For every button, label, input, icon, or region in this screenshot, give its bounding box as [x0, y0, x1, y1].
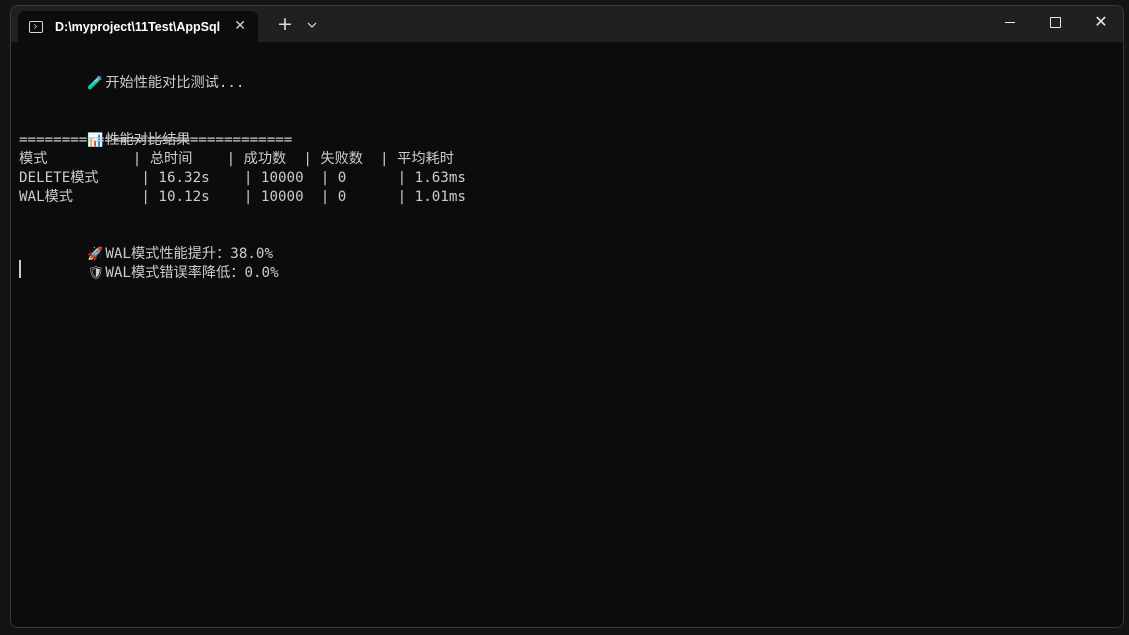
maximize-icon: [1049, 16, 1061, 28]
start-line: 🧪 开始性能对比测试...: [19, 55, 244, 112]
desktop-background: D:\myproject\11Test\AppSqlite ✕ + ✕ 🧪 开始性…: [0, 0, 1129, 635]
maximize-button[interactable]: [1032, 6, 1078, 38]
error-text: WAL模式错误率降低：0.0%: [105, 265, 279, 281]
minimize-icon: [1005, 21, 1015, 23]
tab-dropdown-button[interactable]: [303, 17, 321, 33]
shield-icon: 🛡: [87, 266, 104, 281]
close-icon: ✕: [1094, 12, 1108, 31]
terminal-window: D:\myproject\11Test\AppSqlite ✕ + ✕ 🧪 开始性…: [10, 5, 1124, 628]
start-text: 开始性能对比测试...: [105, 75, 245, 91]
minimize-button[interactable]: [987, 6, 1033, 38]
separator-line: ================================: [19, 132, 293, 148]
new-tab-button[interactable]: +: [274, 15, 296, 35]
title-bar[interactable]: D:\myproject\11Test\AppSqlite ✕ + ✕: [11, 6, 1123, 42]
text-cursor: [19, 260, 21, 278]
table-row-delete: DELETE模式 | 16.32s | 10000 | 0 | 1.63ms: [19, 170, 466, 186]
error-line: 🛡WAL模式错误率降低：0.0%: [19, 245, 279, 302]
table-header: 模式 | 总时间 | 成功数 | 失败数 | 平均耗时: [19, 151, 454, 167]
table-row-wal: WAL模式 | 10.12s | 10000 | 0 | 1.01ms: [19, 189, 466, 205]
test-tube-icon: 🧪: [87, 76, 104, 91]
tab-close-icon[interactable]: ✕: [234, 19, 246, 33]
tab-apps-qlite[interactable]: D:\myproject\11Test\AppSqlite ✕: [18, 11, 258, 42]
scrollbar[interactable]: [1119, 82, 1121, 622]
tab-title: D:\myproject\11Test\AppSqlite: [55, 19, 220, 34]
terminal-icon: [29, 20, 43, 33]
close-button[interactable]: ✕: [1078, 6, 1123, 38]
chevron-down-icon: [307, 22, 317, 28]
terminal-output[interactable]: 🧪 开始性能对比测试... 📊 性能对比结果 ===================…: [11, 42, 1123, 627]
